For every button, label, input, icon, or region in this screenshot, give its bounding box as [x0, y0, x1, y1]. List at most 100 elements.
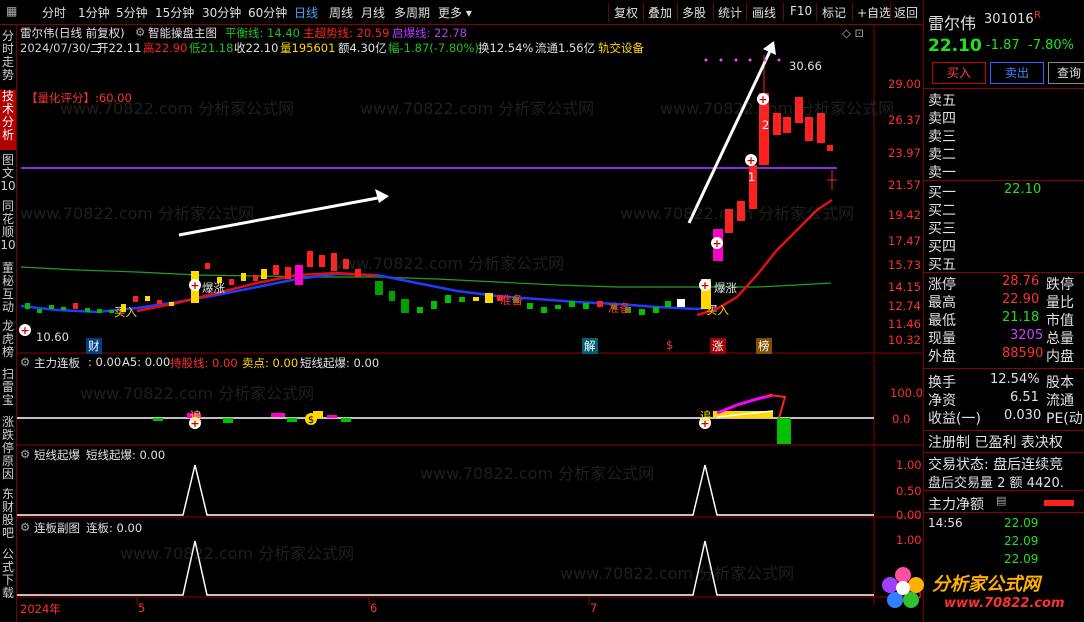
left-tab[interactable]: 东财股吧 [0, 488, 16, 540]
left-tab[interactable]: 图文10 [0, 154, 16, 194]
stat-key: 外盘 [928, 349, 956, 365]
event-tag[interactable]: 榜 [756, 338, 772, 354]
toolbar-button[interactable]: 标记 [822, 4, 846, 21]
period-tab[interactable]: 月线 [361, 4, 385, 21]
after-hours: 盘后交易量 2 额 4420. [928, 476, 1064, 491]
sell-level: 卖四 [928, 111, 956, 127]
candle-label: 买入 [706, 303, 729, 317]
period-tab[interactable]: 30分钟 [202, 4, 241, 21]
candle-label: 准备 [608, 301, 631, 315]
left-tab[interactable]: 涨跌停原因 [0, 416, 16, 481]
stat-key: 收益(一) [928, 411, 981, 427]
panel-settings-icon[interactable]: ⚙ [20, 520, 30, 534]
query-button[interactable]: 查询 [1048, 62, 1084, 84]
window-controls-icon[interactable]: ◇ ⊡ [842, 26, 864, 40]
period-tab[interactable]: 多周期 [394, 4, 430, 21]
sell-button[interactable]: 卖出 [990, 62, 1044, 84]
period-tab[interactable]: 周线 [329, 4, 353, 21]
stat-key: 股本 [1046, 375, 1074, 391]
buy-level: 买四 [928, 239, 956, 255]
panel2-axis: 0.0 [892, 412, 911, 426]
svg-text:+: + [20, 324, 29, 337]
stat-key: 量比 [1046, 295, 1074, 311]
toolbar-button[interactable]: 画线 [752, 4, 776, 21]
period-tab[interactable]: 1分钟 [78, 4, 110, 21]
left-tab[interactable]: 公式下载 [0, 548, 16, 600]
left-tab-active[interactable]: 技术分析 [0, 90, 16, 150]
event-tag[interactable]: 财 [86, 338, 102, 354]
indicator-name[interactable]: 智能操盘主图 [148, 25, 217, 41]
divider [713, 3, 714, 21]
divider [924, 512, 1084, 513]
period-tab[interactable]: 60分钟 [248, 4, 287, 21]
divider [643, 3, 644, 21]
period-tab[interactable]: 15分钟 [155, 4, 194, 21]
stat-value: 22.90 [1002, 292, 1040, 307]
period-tab[interactable]: 5分钟 [116, 4, 148, 21]
panel4-title: 连板副图 [34, 521, 80, 535]
period-tab[interactable]: 分时 [42, 4, 66, 21]
divider [924, 272, 1084, 273]
stock-name: 雷尔伟 [928, 14, 977, 33]
high-marker: 30.66 [789, 59, 822, 73]
period-tab-active[interactable]: 日线 [294, 4, 318, 21]
info-sector: 轨交设备 [598, 41, 644, 55]
price-tick: 17.47 [888, 234, 921, 248]
grid-icon: ▦ [6, 4, 18, 18]
signal-dots [704, 58, 781, 62]
info-date: 2024/07/30/二 [20, 41, 102, 55]
price-tick: 19.42 [888, 208, 921, 222]
event-tag[interactable]: $ [666, 338, 673, 352]
candle-number: 2 [762, 118, 770, 132]
toolbar-button[interactable]: 统计 [718, 4, 742, 21]
period-minute[interactable]: ▦ [6, 4, 17, 18]
period-tab-more[interactable]: 更多 ▾ [438, 4, 472, 21]
left-tab[interactable]: 同花顺10 [0, 200, 16, 256]
time-tick: 5 [138, 601, 146, 615]
divider [677, 3, 678, 21]
buy-level: 买三 [928, 221, 956, 237]
toolbar-button[interactable]: 多股 [682, 4, 706, 21]
panel3-value: 短线起爆: 0.00 [86, 448, 166, 462]
stat-key: 内盘 [1046, 349, 1074, 365]
net-flow-bar [1044, 500, 1074, 506]
chart-title: 雷尔伟(日线 前复权) [20, 26, 125, 40]
divider [890, 3, 891, 21]
left-tab[interactable]: 龙虎榜 [0, 320, 16, 360]
pingheng-value: 平衡线: 14.40 [225, 26, 300, 40]
time-tick: 2024年 [20, 602, 61, 616]
divider [608, 3, 609, 21]
toolbar-button[interactable]: 复权 [614, 4, 638, 21]
panel-settings-icon[interactable]: ⚙ [20, 447, 30, 461]
buy-level: 买二 [928, 203, 956, 219]
left-tab[interactable]: 扫雷宝 [0, 368, 16, 408]
buy-button[interactable]: 买入 [932, 62, 986, 84]
tick-time: 14:56 [928, 516, 963, 530]
left-tab-bar: 分时走势 技术分析 图文10 同花顺10 董秘互动 龙虎榜 扫雷宝 涨跌停原因 … [0, 24, 17, 622]
stat-value: 21.18 [1002, 310, 1040, 325]
toolbar-button[interactable]: F10 [790, 4, 812, 18]
info-low: 低21.18 [189, 41, 234, 55]
kline-chart[interactable]: + + + + + + + $ + [17, 25, 922, 605]
stat-value: 12.54% [990, 372, 1040, 387]
info-close: 收22.10 [234, 41, 279, 55]
time-tick: 7 [590, 601, 598, 615]
info-turnover: 换12.54% [478, 41, 534, 55]
list-icon[interactable]: ▤ [996, 494, 1006, 507]
candle-label: 爆涨 [714, 281, 737, 295]
left-tab[interactable]: 分时走势 [0, 30, 16, 82]
toolbar-button[interactable]: +自选 [857, 4, 891, 21]
left-tab[interactable]: 董秘互动 [0, 262, 16, 314]
event-tag[interactable]: 涨 [710, 338, 726, 354]
toolbar-button[interactable]: 返回 [894, 4, 918, 21]
stat-key: 净资 [928, 393, 956, 409]
candles-rally [701, 55, 837, 309]
price-tick: 21.57 [888, 178, 921, 192]
panel-settings-icon[interactable]: ⚙ [20, 355, 30, 369]
settings-icon[interactable]: ⚙ [135, 25, 145, 39]
event-tag[interactable]: 解 [582, 338, 598, 354]
divider [924, 490, 1084, 491]
quote-panel: 雷尔伟 301016 R 22.10 -1.87 -7.80% 买入 卖出 查询… [882, 0, 1084, 622]
stat-key: 最高 [928, 295, 956, 311]
toolbar-button[interactable]: 叠加 [648, 4, 672, 21]
